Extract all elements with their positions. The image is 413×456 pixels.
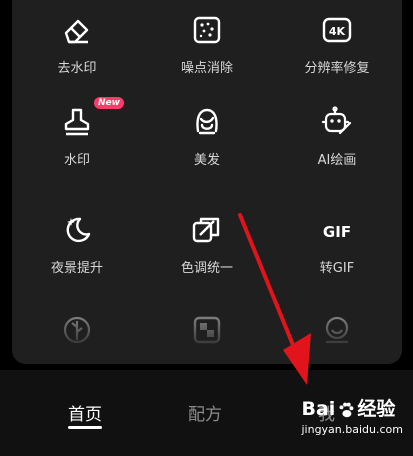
tool-label: 分辨率修复 <box>304 61 370 76</box>
ai-robot-icon <box>320 105 354 139</box>
tool-label: 水印 <box>63 153 90 168</box>
eraser-icon <box>60 13 94 47</box>
tool-resolution-fix[interactable]: 4K 分辨率修复 <box>272 13 402 99</box>
tab-home[interactable]: 首页 <box>68 400 102 425</box>
app-screen: 去水印 噪点消除 4K 分辨率修复 New 水印 美发 AI绘画 夜景提升 色调… <box>0 0 413 456</box>
tool-to-gif[interactable]: GIF 转GIF <box>272 213 402 299</box>
tool-label: 转GIF <box>319 261 355 276</box>
stamp-icon <box>60 105 94 139</box>
baidu-watermark: Bai 经验 jingyan.baidu.com <box>301 394 403 436</box>
tool-ai-painting[interactable]: AI绘画 <box>272 105 402 191</box>
tool-tone-unify[interactable]: 色调统一 <box>142 213 272 299</box>
watermark-brand-left: Bai <box>301 398 336 420</box>
hair-icon <box>190 105 224 139</box>
tool-label: 夜景提升 <box>50 261 103 276</box>
moon-icon <box>60 213 94 247</box>
gif-icon-text: GIF <box>323 223 351 241</box>
tool-label: 噪点消除 <box>180 61 233 76</box>
watermark-brand-right: 经验 <box>357 398 396 420</box>
noise-icon <box>190 13 224 47</box>
tool-label: 美发 <box>193 153 220 168</box>
gif-icon: GIF <box>320 213 354 247</box>
tool-watermark[interactable]: New 水印 <box>12 97 142 191</box>
new-badge: New <box>94 97 124 109</box>
4k-icon-text: 4K <box>329 25 346 38</box>
tool-remove-watermark[interactable]: 去水印 <box>12 13 142 99</box>
4k-icon: 4K <box>320 13 354 47</box>
watermark-url: jingyan.baidu.com <box>301 423 403 436</box>
panel-fade <box>12 306 402 364</box>
tool-night-enhance[interactable]: 夜景提升 <box>12 213 142 299</box>
tools-panel: 去水印 噪点消除 4K 分辨率修复 New 水印 美发 AI绘画 夜景提升 色调… <box>12 0 402 364</box>
tool-label: AI绘画 <box>317 153 357 168</box>
tone-icon <box>190 213 224 247</box>
tool-label: 色调统一 <box>180 261 233 276</box>
tool-denoise[interactable]: 噪点消除 <box>142 13 272 99</box>
tab-home-indicator <box>68 426 102 429</box>
tool-hair[interactable]: 美发 <box>142 105 272 191</box>
tab-recipe[interactable]: 配方 <box>188 400 222 425</box>
tool-label: 去水印 <box>57 61 97 76</box>
paw-icon <box>339 402 354 417</box>
